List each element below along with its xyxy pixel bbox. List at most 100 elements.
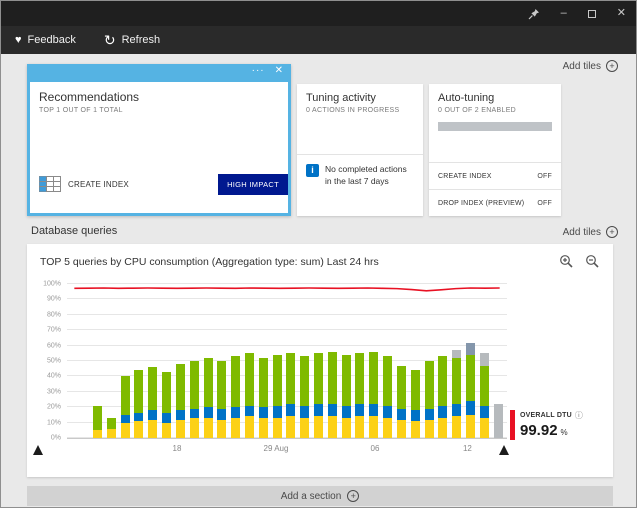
stacked-bar[interactable] bbox=[258, 284, 268, 438]
zoom-in-icon[interactable] bbox=[559, 254, 573, 273]
feedback-button[interactable]: ♥ Feedback bbox=[15, 34, 76, 46]
bar-segment bbox=[120, 376, 130, 415]
window: – ✕ ♥ Feedback ↻ Refresh Add tiles + ···… bbox=[0, 0, 637, 508]
stacked-bar[interactable] bbox=[493, 284, 503, 438]
bar-segment bbox=[189, 417, 199, 438]
stacked-bar[interactable] bbox=[438, 284, 448, 438]
bar-segment bbox=[479, 353, 489, 366]
dtu-info-icon[interactable]: ⓘ bbox=[575, 410, 583, 421]
stacked-bar[interactable] bbox=[465, 284, 475, 438]
stacked-bar[interactable] bbox=[120, 284, 130, 438]
bar-segment bbox=[341, 354, 351, 406]
stacked-bar[interactable] bbox=[106, 284, 116, 438]
maximize-icon[interactable] bbox=[587, 9, 596, 18]
bar-segment bbox=[272, 354, 282, 406]
bar-segment bbox=[286, 404, 296, 417]
bar-segment bbox=[479, 417, 489, 438]
circle-plus-icon: + bbox=[606, 60, 618, 72]
bar-segment bbox=[314, 353, 323, 405]
option-value: OFF bbox=[537, 172, 552, 180]
stacked-bar[interactable] bbox=[189, 284, 199, 438]
tile-edit-controls: ··· ✕ bbox=[252, 66, 283, 76]
query-chart-card: TOP 5 queries by CPU consumption (Aggreg… bbox=[27, 244, 613, 477]
stacked-bar[interactable] bbox=[300, 284, 310, 438]
y-tick-label: 100% bbox=[43, 280, 61, 288]
stacked-bar[interactable] bbox=[479, 284, 489, 438]
bar-segment bbox=[383, 405, 393, 418]
stacked-bar[interactable] bbox=[244, 284, 254, 438]
tuning-activity-tile[interactable]: Tuning activity 0 ACTIONS IN PROGRESS i … bbox=[297, 84, 423, 216]
bar-segment bbox=[355, 404, 365, 417]
bar-segment bbox=[231, 356, 241, 408]
stacked-bar[interactable] bbox=[231, 284, 241, 438]
add-tiles-button-queries[interactable]: Add tiles + bbox=[563, 226, 618, 238]
pin-icon[interactable] bbox=[528, 8, 540, 20]
dtu-label: OVERALL DTU bbox=[520, 412, 572, 419]
info-icon: i bbox=[306, 164, 319, 177]
bar-segment bbox=[327, 416, 337, 438]
bar-segment bbox=[258, 417, 268, 438]
stacked-bar[interactable] bbox=[286, 284, 296, 438]
feedback-label: Feedback bbox=[27, 34, 76, 46]
circle-plus-icon: + bbox=[347, 490, 360, 502]
stacked-bar[interactable] bbox=[314, 284, 323, 438]
stacked-bar[interactable] bbox=[424, 284, 434, 438]
auto-tuning-option-drop-index[interactable]: DROP INDEX (PREVIEW) OFF bbox=[429, 189, 561, 216]
toolbar: ♥ Feedback ↻ Refresh bbox=[1, 26, 636, 54]
bar-segment bbox=[286, 353, 296, 405]
auto-tuning-option-create-index[interactable]: CREATE INDEX OFF bbox=[429, 162, 561, 189]
dtu-legend-swatch bbox=[510, 410, 515, 440]
bar-segment bbox=[396, 365, 406, 409]
bar-segment bbox=[479, 365, 489, 406]
stacked-bar[interactable] bbox=[452, 284, 462, 438]
stacked-bar[interactable] bbox=[93, 284, 102, 438]
stacked-bar[interactable] bbox=[272, 284, 282, 438]
stacked-bar[interactable] bbox=[410, 284, 420, 438]
minimize-icon[interactable]: – bbox=[561, 8, 567, 19]
stacked-bar[interactable] bbox=[383, 284, 393, 438]
bar-segment bbox=[272, 405, 282, 418]
dtu-unit: % bbox=[560, 428, 568, 437]
stacked-bar[interactable] bbox=[217, 284, 227, 438]
bar-segment bbox=[424, 408, 434, 420]
bar-segment bbox=[120, 422, 130, 438]
tile-menu-icon[interactable]: ··· bbox=[252, 66, 265, 76]
refresh-icon: ↻ bbox=[103, 31, 116, 48]
stacked-bar[interactable] bbox=[175, 284, 185, 438]
bar-segment bbox=[465, 401, 475, 415]
stacked-bar[interactable] bbox=[203, 284, 213, 438]
stacked-bar[interactable] bbox=[148, 284, 158, 438]
dtu-legend-text: OVERALL DTU ⓘ 99.92 % bbox=[520, 410, 583, 439]
bar-segment bbox=[244, 353, 254, 406]
add-tiles-button-top[interactable]: Add tiles + bbox=[563, 60, 618, 72]
tuning-activity-message: i No completed actions in the last 7 day… bbox=[306, 164, 415, 188]
bar-segment bbox=[134, 370, 144, 414]
tile-close-icon[interactable]: ✕ bbox=[275, 66, 283, 76]
add-section-button[interactable]: Add a section + bbox=[27, 486, 613, 506]
bar-segment bbox=[355, 353, 365, 405]
stacked-bar[interactable] bbox=[355, 284, 365, 438]
bar-segment bbox=[410, 410, 420, 422]
recommendation-row[interactable]: CREATE INDEX HIGH IMPACT bbox=[39, 173, 288, 195]
refresh-label: Refresh bbox=[121, 34, 161, 46]
close-icon[interactable]: ✕ bbox=[617, 8, 626, 19]
content-area: Add tiles + ··· ✕ Recommendations TOP 1 … bbox=[1, 54, 636, 507]
stacked-bar[interactable] bbox=[369, 284, 379, 438]
bar-segment bbox=[203, 417, 213, 438]
range-handle-right[interactable] bbox=[499, 445, 509, 455]
recommendations-tile[interactable]: ··· ✕ Recommendations TOP 1 OUT OF 1 TOT… bbox=[27, 64, 291, 216]
zoom-out-icon[interactable] bbox=[585, 254, 599, 273]
range-handle-left[interactable] bbox=[33, 445, 43, 455]
bar-segment bbox=[244, 416, 254, 438]
tuning-activity-title: Tuning activity bbox=[306, 92, 376, 104]
stacked-bar[interactable] bbox=[341, 284, 351, 438]
stacked-bar[interactable] bbox=[162, 284, 172, 438]
bar-segment bbox=[452, 416, 462, 438]
stacked-bar[interactable] bbox=[396, 284, 406, 438]
refresh-button[interactable]: ↻ Refresh bbox=[104, 32, 160, 49]
add-tiles-label: Add tiles bbox=[562, 226, 601, 238]
auto-tuning-tile[interactable]: Auto-tuning 0 OUT OF 2 ENABLED CREATE IN… bbox=[429, 84, 561, 216]
stacked-bar[interactable] bbox=[327, 284, 337, 438]
impact-badge: HIGH IMPACT bbox=[218, 173, 288, 195]
stacked-bar[interactable] bbox=[134, 284, 144, 438]
